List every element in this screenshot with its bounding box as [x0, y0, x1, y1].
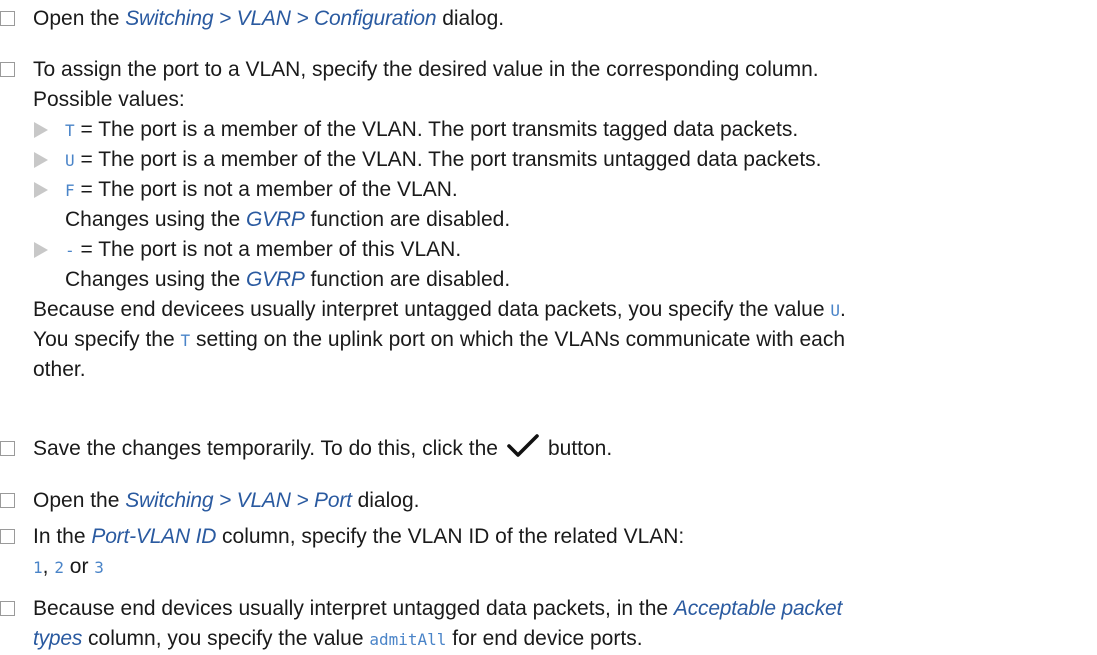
- code-value: T: [65, 121, 75, 140]
- step-checkbox[interactable]: [0, 441, 15, 456]
- column-name-acceptable-packet-types: Acceptable packet: [673, 597, 843, 620]
- gvrp-link[interactable]: GVRP: [246, 208, 305, 231]
- code-value: -: [65, 241, 75, 260]
- note-line: You specify the T setting on the uplink …: [33, 328, 845, 351]
- vlan-id-values: 1, 2 or 3: [33, 555, 104, 578]
- bullet-triangle-icon: [34, 122, 48, 138]
- step-body: In the Port-VLAN ID column, specify the …: [33, 522, 1097, 582]
- code-value: F: [65, 181, 75, 200]
- value-item-continuation: Changes using the GVRP function are disa…: [65, 208, 511, 231]
- step-checkbox[interactable]: [0, 601, 15, 616]
- column-name-port-vlan-id: Port-VLAN ID: [91, 525, 217, 548]
- value-item-not-member: - = The port is not a member of this VLA…: [33, 235, 1097, 265]
- column-name-acceptable-packet-types: types: [33, 627, 83, 650]
- nav-path-vlan-configuration[interactable]: Switching > VLAN > Configuration: [125, 7, 436, 30]
- gvrp-link[interactable]: GVRP: [246, 268, 305, 291]
- step-checkbox[interactable]: [0, 493, 15, 508]
- bullet-triangle-icon: [34, 242, 48, 258]
- code-value: admitAll: [369, 630, 447, 649]
- value-item-forbidden: F = The port is not a member of the VLAN…: [33, 175, 1097, 205]
- step-checkbox[interactable]: [0, 529, 15, 544]
- value-item-tagged: T = The port is a member of the VLAN. Th…: [33, 115, 1097, 145]
- bullet-triangle-icon: [34, 182, 48, 198]
- step-body: To assign the port to a VLAN, specify th…: [33, 55, 1097, 385]
- code-value: U: [65, 151, 75, 170]
- code-value: 2: [54, 558, 64, 577]
- code-value: 3: [94, 558, 104, 577]
- step-text: Possible values:: [33, 88, 185, 111]
- step-body: Open the Switching > VLAN > Port dialog.: [33, 489, 420, 512]
- step-body: Open the Switching > VLAN > Configuratio…: [33, 7, 505, 30]
- step-checkbox[interactable]: [0, 11, 15, 26]
- step-checkbox[interactable]: [0, 62, 15, 77]
- nav-path-vlan-port[interactable]: Switching > VLAN > Port: [125, 489, 352, 512]
- value-item-untagged: U = The port is a member of the VLAN. Th…: [33, 145, 1097, 175]
- code-value: T: [180, 331, 191, 350]
- code-value: U: [830, 301, 840, 320]
- step-body: Because end devices usually interpret un…: [33, 597, 843, 650]
- step-text: To assign the port to a VLAN, specify th…: [33, 58, 819, 81]
- note-line: Because end devicees usually interpret u…: [33, 298, 846, 321]
- value-item-continuation: Changes using the GVRP function are disa…: [65, 268, 511, 291]
- step-body: Save the changes temporarily. To do this…: [33, 434, 1097, 464]
- code-value: 1: [33, 558, 43, 577]
- checkmark-icon: [506, 433, 540, 459]
- document-page: Open the Switching > VLAN > Configuratio…: [0, 0, 1097, 654]
- bullet-triangle-icon: [34, 152, 48, 168]
- note-line: other.: [33, 358, 86, 381]
